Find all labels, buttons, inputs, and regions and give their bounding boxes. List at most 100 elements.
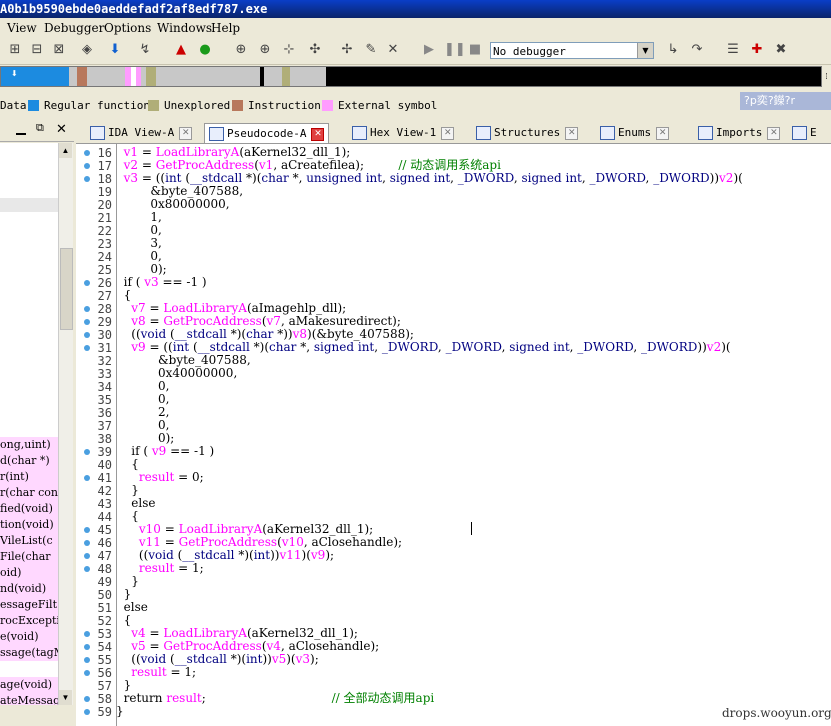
- function-list-item[interactable]: d(char *): [0, 453, 58, 469]
- line-marker-icon[interactable]: [84, 280, 90, 286]
- add-bp-icon[interactable]: ✚: [748, 41, 766, 59]
- play-icon[interactable]: ▶: [420, 41, 438, 59]
- function-list-item[interactable]: File(char: [0, 549, 58, 565]
- function-list-item[interactable]: ong,uint): [0, 437, 58, 453]
- run-status-icon[interactable]: ●: [196, 41, 214, 59]
- close-x-icon[interactable]: ✕: [384, 41, 402, 59]
- add-enum-icon[interactable]: ⊹: [280, 41, 298, 59]
- line-marker-icon[interactable]: [84, 345, 90, 351]
- line-marker-icon[interactable]: [84, 449, 90, 455]
- minimize-icon[interactable]: [16, 123, 26, 135]
- line-marker-icon[interactable]: [84, 163, 90, 169]
- line-marker-icon[interactable]: [84, 150, 90, 156]
- tab-pseudocode-a[interactable]: Pseudocode-A ✕: [204, 123, 330, 143]
- add-member-icon[interactable]: ✣: [306, 41, 324, 59]
- close-icon[interactable]: ✕: [441, 126, 455, 140]
- line-marker-icon[interactable]: [84, 527, 90, 533]
- window-title: A0b1b9590ebde0aeddefadf2af8edf787.exe: [0, 0, 831, 18]
- function-list-item[interactable]: [0, 661, 58, 677]
- function-list-item[interactable]: tion(void): [0, 517, 58, 533]
- chevron-down-icon[interactable]: ▼: [637, 43, 653, 58]
- function-list-item[interactable]: e(void): [0, 629, 58, 645]
- scroll-thumb[interactable]: [60, 248, 73, 330]
- scroll-down-icon[interactable]: ▼: [59, 690, 72, 705]
- line-marker-icon[interactable]: [84, 553, 90, 559]
- segment-icon[interactable]: ⊟: [28, 41, 46, 59]
- function-list-item[interactable]: VileList(c: [0, 533, 58, 549]
- tab-bar: IDA View-A ✕ Pseudocode-A ✕ Hex View-1 ✕ St…: [76, 121, 831, 144]
- jump-down-icon[interactable]: ⬇: [106, 41, 124, 59]
- tab-imports[interactable]: Imports ✕: [698, 123, 781, 142]
- legend-instruction-label: Instruction: [248, 99, 321, 112]
- function-list-item[interactable]: rocExcepti: [0, 613, 58, 629]
- close-icon[interactable]: ✕: [767, 126, 781, 140]
- step-into-icon[interactable]: ↳: [664, 41, 682, 59]
- function-list-item[interactable]: age(void): [0, 677, 58, 693]
- open-icon[interactable]: ⊞: [6, 41, 24, 59]
- code-line[interactable]: }: [116, 705, 124, 718]
- nav-scroll-right-icon[interactable]: ⁞: [822, 66, 831, 87]
- add-segment-icon[interactable]: ⊕: [232, 41, 250, 59]
- debugger-select[interactable]: No debugger ▼: [490, 42, 654, 59]
- close-icon[interactable]: ✕: [179, 126, 193, 140]
- pause-icon[interactable]: ❚❚: [444, 41, 466, 59]
- menu-help[interactable]: Help: [211, 21, 240, 35]
- restore-icon[interactable]: ⧉: [36, 122, 44, 135]
- function-list-item[interactable]: r(int): [0, 469, 58, 485]
- navigation-band[interactable]: ⬇: [0, 66, 822, 87]
- tab-hex-view-1[interactable]: Hex View-1 ✕: [352, 123, 455, 142]
- code-line[interactable]: return result; // 全部动态调用api: [116, 692, 435, 705]
- function-list-item[interactable]: fied(void): [0, 501, 58, 517]
- line-marker-icon[interactable]: [84, 631, 90, 637]
- function-list-item[interactable]: ateMessag: [0, 693, 58, 705]
- struct-icon[interactable]: ⊠: [50, 41, 68, 59]
- line-marker-icon[interactable]: [84, 696, 90, 702]
- menu-options[interactable]: Options: [104, 21, 151, 35]
- line-number: 34: [97, 380, 112, 394]
- list-icon[interactable]: ☰: [724, 41, 742, 59]
- function-list[interactable]: ong,uint) d(char *) r(int) r(char con fied(v…: [0, 143, 58, 705]
- function-list-item[interactable]: r(char con: [0, 485, 58, 501]
- close-icon[interactable]: ✕: [565, 126, 579, 140]
- line-marker-icon[interactable]: [84, 319, 90, 325]
- line-number: 51: [97, 601, 112, 615]
- breakpoint-list-icon[interactable]: ↯: [136, 41, 154, 59]
- function-list-item[interactable]: nd(void): [0, 581, 58, 597]
- tab-structures[interactable]: Structures ✕: [476, 123, 579, 142]
- line-marker-icon[interactable]: [84, 332, 90, 338]
- function-list-item[interactable]: oid): [0, 565, 58, 581]
- close-icon[interactable]: ✕: [311, 127, 325, 141]
- line-number: 59: [97, 705, 112, 719]
- function-list-item[interactable]: ssage(tagM: [0, 645, 58, 661]
- line-marker-icon[interactable]: [84, 709, 90, 715]
- tab-ida-view-a[interactable]: IDA View-A ✕: [90, 123, 193, 142]
- warning-icon[interactable]: ▲: [172, 41, 190, 59]
- line-marker-icon[interactable]: [84, 540, 90, 546]
- line-marker-icon[interactable]: [84, 475, 90, 481]
- line-marker-icon[interactable]: [84, 306, 90, 312]
- left-scrollbar[interactable]: ▲ ▼: [58, 143, 73, 705]
- tab-exports[interactable]: E: [792, 123, 817, 142]
- delete-bp-icon[interactable]: ✖: [772, 41, 790, 59]
- menu-view[interactable]: View: [7, 21, 37, 35]
- line-marker-icon[interactable]: [84, 644, 90, 650]
- scroll-up-icon[interactable]: ▲: [59, 143, 72, 158]
- line-marker-icon[interactable]: [84, 566, 90, 572]
- edit-icon[interactable]: ✎: [362, 41, 380, 59]
- close-icon[interactable]: ✕: [56, 121, 67, 137]
- line-marker-icon[interactable]: [84, 657, 90, 663]
- node-icon[interactable]: ✢: [338, 41, 356, 59]
- add-struct-icon[interactable]: ⊕: [256, 41, 274, 59]
- step-over-icon[interactable]: ↷: [688, 41, 706, 59]
- line-marker-icon[interactable]: [84, 670, 90, 676]
- stop-icon[interactable]: ■: [466, 41, 484, 59]
- menu-debugger[interactable]: Debugger: [44, 21, 104, 35]
- close-icon[interactable]: ✕: [656, 126, 670, 140]
- list-item-selected[interactable]: [0, 198, 58, 212]
- help-box[interactable]: ?p奕?鑅?r: [740, 92, 831, 110]
- function-list-item[interactable]: essageFilt: [0, 597, 58, 613]
- patch-icon[interactable]: ◈: [78, 41, 96, 59]
- menu-windows[interactable]: Windows: [157, 21, 212, 35]
- line-marker-icon[interactable]: [84, 176, 90, 182]
- tab-enums[interactable]: Enums ✕: [600, 123, 670, 142]
